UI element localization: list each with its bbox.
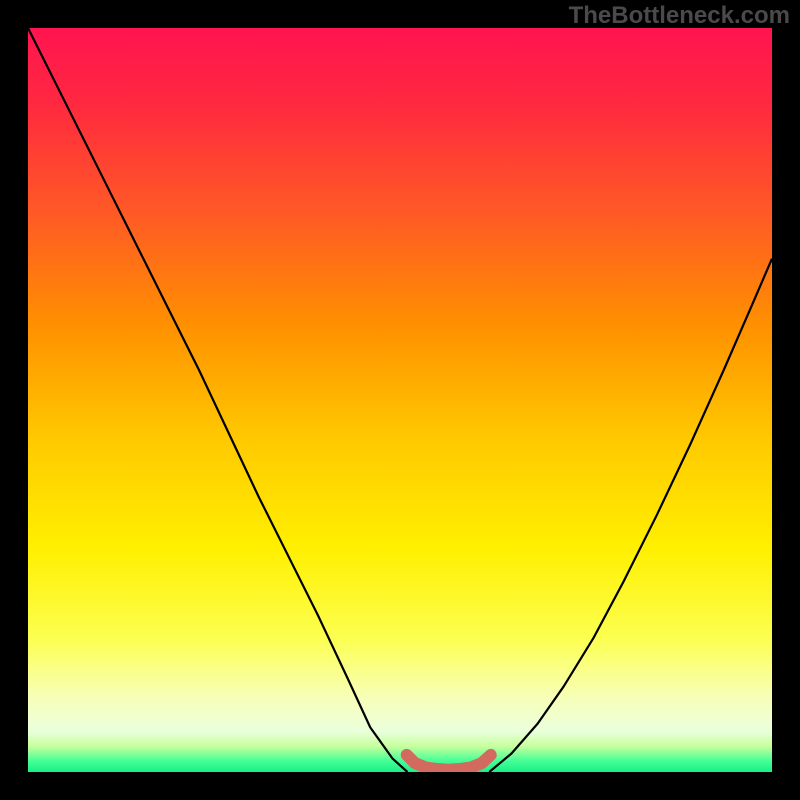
outer-frame: TheBottleneck.com [0,0,800,800]
watermark-text: TheBottleneck.com [569,2,790,30]
plot-area [28,28,772,772]
plot-svg [28,28,772,772]
gradient-background [28,28,772,772]
